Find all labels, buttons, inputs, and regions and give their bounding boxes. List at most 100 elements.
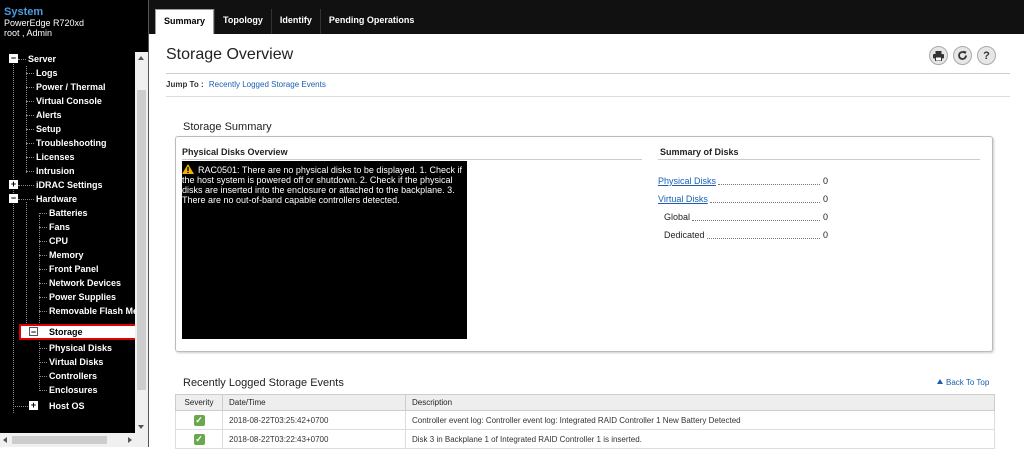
scroll-right-arrow-icon[interactable] (128, 437, 132, 443)
tree-item-storage[interactable]: − Storage (0, 325, 135, 339)
no-disks-message-text: RAC0501: There are no physical disks to … (182, 165, 462, 205)
tree-item-cpu[interactable]: CPU (0, 234, 135, 248)
tree-item-controllers[interactable]: Controllers (0, 369, 135, 383)
tree-item-label: Power Supplies (49, 292, 117, 302)
scroll-left-arrow-icon[interactable] (3, 437, 7, 443)
sidebar-vertical-scrollbar[interactable] (135, 52, 148, 433)
tree-item-idrac-settings[interactable]: + iDRAC Settings (0, 178, 135, 192)
tree-line (39, 213, 47, 214)
scrollbar-thumb[interactable] (12, 436, 107, 444)
tree-item-power-supplies[interactable]: Power Supplies (0, 290, 135, 304)
tree-line (26, 115, 34, 116)
expand-icon[interactable]: + (29, 401, 38, 410)
sidebar-horizontal-scrollbar[interactable] (0, 433, 135, 447)
ok-check-icon: ✓ (193, 433, 205, 445)
disk-summary-row-physical: Physical Disks 0 (658, 176, 828, 187)
column-header-datetime[interactable]: Date/Time (222, 394, 406, 411)
tree-item-label: Virtual Disks (49, 357, 104, 367)
leader-dots (706, 230, 820, 239)
tab-identify[interactable]: Identify (270, 9, 320, 34)
warning-icon (182, 164, 194, 174)
tree-item-label: Enclosures (49, 385, 98, 395)
tree-item-setup[interactable]: Setup (0, 122, 135, 136)
disk-summary-row-global: Global 0 (664, 212, 828, 223)
column-header-description[interactable]: Description (405, 394, 995, 411)
tree-item-label: Storage (49, 327, 83, 337)
arrow-up-icon (937, 379, 943, 384)
tree-line (18, 59, 26, 60)
collapse-icon[interactable]: − (29, 327, 38, 337)
tree-item-front-panel[interactable]: Front Panel (0, 262, 135, 276)
leader-dots (718, 176, 820, 185)
tree-line (26, 171, 34, 172)
summary-of-disks-title: Summary of Disks (660, 147, 739, 157)
tree-line (39, 241, 47, 242)
collapse-icon[interactable]: − (9, 54, 18, 63)
physical-disks-overview-title: Physical Disks Overview (182, 147, 288, 157)
tree-item-fans[interactable]: Fans (0, 220, 135, 234)
tree-item-virtual-disks[interactable]: Virtual Disks (0, 355, 135, 369)
tree-item-network-devices[interactable]: Network Devices (0, 276, 135, 290)
system-model: PowerEdge R720xd (4, 18, 85, 28)
back-to-top-link[interactable]: Back To Top (937, 378, 989, 387)
page-title: Storage Overview (166, 46, 294, 63)
system-title: System (4, 6, 44, 18)
print-icon[interactable] (929, 46, 948, 65)
tree-line (18, 199, 34, 200)
tab-summary[interactable]: Summary (155, 9, 215, 34)
tab-topology[interactable]: Topology (214, 9, 271, 34)
tree-line (39, 269, 47, 270)
collapse-icon[interactable]: − (9, 194, 18, 203)
tree-item-removable-flash-media[interactable]: Removable Flash Me (0, 304, 135, 318)
physical-disks-link[interactable]: Physical Disks (658, 176, 716, 187)
tree-item-label: Troubleshooting (36, 138, 107, 148)
expand-icon[interactable]: + (9, 180, 18, 189)
table-row: ✓ 2018-08-22T03:25:42+0700 Controller ev… (175, 410, 995, 430)
tree-item-power-thermal[interactable]: Power / Thermal (0, 80, 135, 94)
back-to-top-label: Back To Top (946, 378, 990, 387)
tree-line (39, 376, 47, 377)
scroll-down-arrow-icon[interactable] (138, 425, 144, 429)
divider (166, 73, 1010, 74)
tree-item-label: Memory (49, 250, 84, 260)
tree-item-host-os[interactable]: + Host OS (0, 399, 135, 413)
tree-line (18, 185, 34, 186)
tree-item-alerts[interactable]: Alerts (0, 108, 135, 122)
jump-to-label: Jump To : (166, 80, 204, 89)
tree-item-batteries[interactable]: Batteries (0, 206, 135, 220)
logged-in-user: root , Admin (4, 28, 53, 38)
tree-item-label: Server (28, 54, 57, 64)
virtual-disks-link[interactable]: Virtual Disks (658, 194, 708, 205)
tree-item-enclosures[interactable]: Enclosures (0, 383, 135, 397)
description-cell: Controller event log: Controller event l… (405, 410, 995, 430)
tree-item-troubleshooting[interactable]: Troubleshooting (0, 136, 135, 150)
tab-pending-operations[interactable]: Pending Operations (319, 9, 423, 34)
tree-item-hardware[interactable]: − Hardware (0, 192, 135, 206)
tree-item-virtual-console[interactable]: Virtual Console (0, 94, 135, 108)
global-count: 0 (822, 212, 828, 222)
column-header-severity[interactable]: Severity (175, 394, 223, 411)
tree-item-licenses[interactable]: Licenses (0, 150, 135, 164)
tree-item-label: Intrusion (36, 166, 75, 176)
tree-line (26, 129, 34, 130)
tree-item-label: Hardware (36, 194, 78, 204)
refresh-icon[interactable] (953, 46, 972, 65)
table-row: ✓ 2018-08-22T03:22:43+0700 Disk 3 in Bac… (175, 429, 995, 449)
jump-to-link[interactable]: Recently Logged Storage Events (209, 80, 326, 89)
tree-item-intrusion[interactable]: Intrusion (0, 164, 135, 178)
storage-summary-panel: Physical Disks Overview RAC0501: There a… (175, 136, 993, 352)
tree-item-label: Alerts (36, 110, 62, 120)
tree-item-server[interactable]: − Server (0, 52, 135, 66)
help-icon[interactable]: ? (977, 46, 996, 65)
physical-disks-overview-canvas: RAC0501: There are no physical disks to … (182, 161, 467, 339)
tree-line (26, 73, 34, 74)
tree-item-logs[interactable]: Logs (0, 66, 135, 80)
scrollbar-thumb[interactable] (137, 90, 146, 390)
scroll-up-arrow-icon[interactable] (138, 56, 144, 60)
dedicated-count: 0 (822, 230, 828, 240)
tree-item-label: Physical Disks (49, 343, 113, 353)
tree-item-label: Virtual Console (36, 96, 102, 106)
tree-item-physical-disks[interactable]: Physical Disks (0, 341, 135, 355)
tree-item-memory[interactable]: Memory (0, 248, 135, 262)
tree-item-label: CPU (49, 236, 69, 246)
